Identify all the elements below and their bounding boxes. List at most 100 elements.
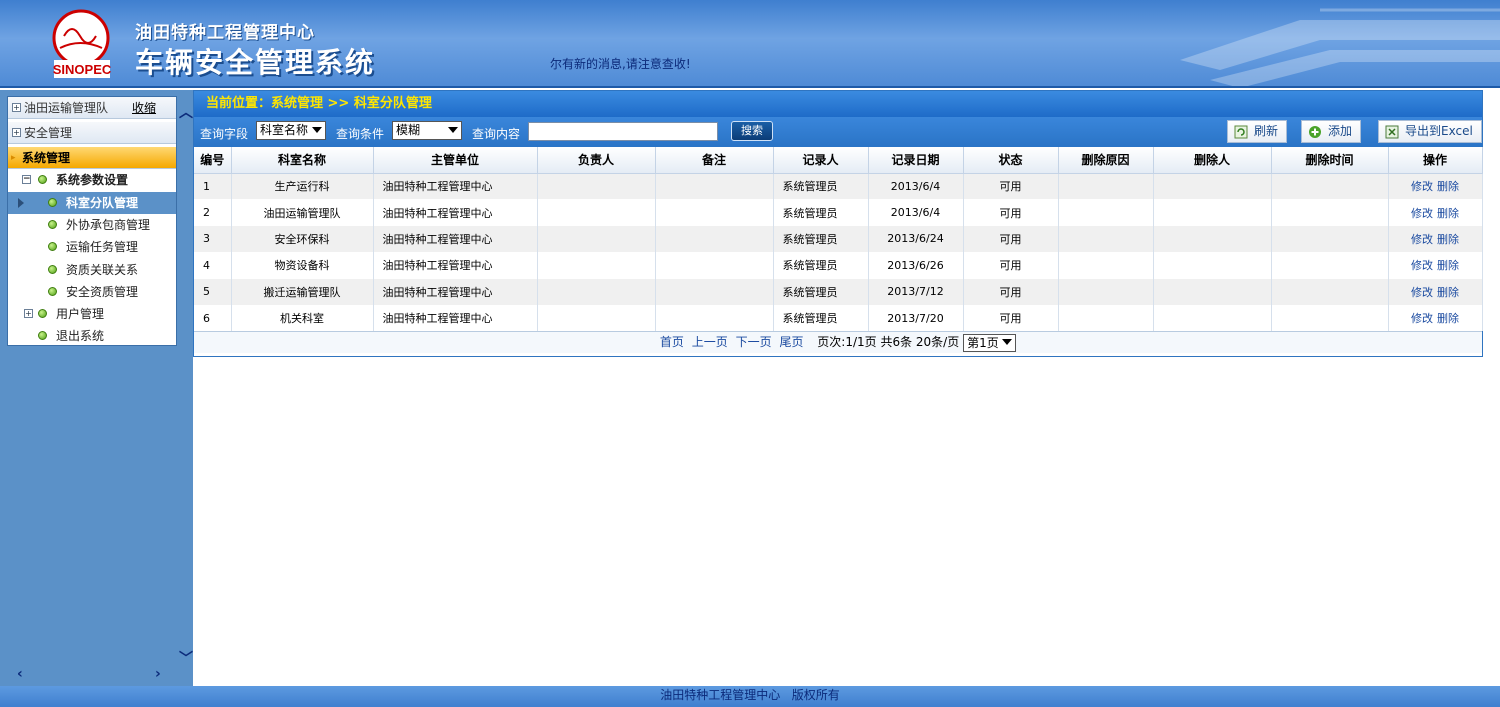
edit-link[interactable]: 修改 (1411, 207, 1433, 220)
sidebar-horizontal-scrollbar[interactable]: ‹ › (7, 666, 179, 686)
page-select[interactable]: 第1页 (963, 333, 1017, 352)
excel-icon (1385, 125, 1399, 139)
tree-item-params[interactable]: − 系统参数设置 (8, 169, 176, 191)
message-notice[interactable]: 尔有新的消息,请注意查收! (550, 55, 691, 72)
chevron-down-icon (312, 127, 322, 133)
sidebar-vertical-scrollbar[interactable]: ︿ ﹀ (178, 96, 193, 671)
footer: 油田特种工程管理中心 版权所有 (0, 686, 1500, 707)
cell-delete-time (1271, 278, 1389, 305)
first-page-link[interactable]: 首页 (660, 335, 684, 349)
column-header[interactable]: 编号 (194, 147, 232, 174)
field-select[interactable]: 科室名称 (256, 121, 326, 140)
delete-link[interactable]: 删除 (1437, 286, 1459, 299)
delete-link[interactable]: 删除 (1437, 259, 1459, 272)
cell-delete-reason (1058, 225, 1154, 253)
page-select-value: 第1页 (967, 335, 999, 350)
scroll-up-icon[interactable]: ︿ (179, 102, 193, 122)
system-title: 车辆安全管理系统 (135, 46, 376, 79)
cell-actions: 修改 删除 (1388, 173, 1483, 200)
sidebar-item-safety[interactable]: + 安全管理 (8, 122, 176, 144)
scroll-left-icon[interactable]: ‹ (17, 666, 23, 682)
last-page-link[interactable]: 尾页 (779, 335, 803, 349)
cell-recorder: 系统管理员 (773, 173, 869, 200)
search-button[interactable]: 搜索 (731, 121, 773, 141)
edit-link[interactable]: 修改 (1411, 180, 1433, 193)
column-header[interactable]: 删除原因 (1058, 147, 1154, 174)
condition-select[interactable]: 模糊 (392, 121, 462, 140)
cell-recorder: 系统管理员 (773, 199, 869, 226)
tree-item-safety-qualification[interactable]: 安全资质管理 (8, 281, 176, 303)
search-input[interactable] (528, 122, 718, 141)
edit-link[interactable]: 修改 (1411, 286, 1433, 299)
status-dot-icon (38, 175, 47, 184)
add-label: 添加 (1328, 124, 1353, 138)
status-dot-icon (48, 220, 57, 229)
cell-recorder: 系统管理员 (773, 252, 869, 279)
edit-link[interactable]: 修改 (1411, 259, 1433, 272)
edit-link[interactable]: 修改 (1411, 233, 1433, 246)
delete-link[interactable]: 删除 (1437, 233, 1459, 246)
cell-delete-time (1271, 225, 1389, 253)
status-dot-icon (48, 287, 57, 296)
cell-unit: 油田特种工程管理中心 (373, 199, 538, 226)
column-header[interactable]: 删除人 (1153, 147, 1272, 174)
expand-plus-icon[interactable]: + (24, 309, 33, 318)
cell-deleted-by (1153, 278, 1272, 305)
current-arrow-icon (18, 198, 24, 208)
expand-plus-icon[interactable]: + (12, 103, 21, 112)
copyright-text: 油田特种工程管理中心 版权所有 (660, 688, 840, 702)
cell-delete-reason (1058, 252, 1154, 279)
expand-plus-icon[interactable]: + (12, 128, 21, 137)
column-header[interactable]: 科室名称 (231, 147, 374, 174)
column-header[interactable]: 备注 (655, 147, 774, 174)
column-header[interactable]: 主管单位 (373, 147, 538, 174)
app-header: SINOPEC 油田特种工程管理中心 车辆安全管理系统 尔有新的消息,请注意查收… (0, 0, 1500, 88)
pagination: 首页 上一页 下一页 尾页 页次:1/1页 共6条 20条/页 第1页 (194, 331, 1482, 354)
cell-date: 2013/7/12 (868, 278, 964, 305)
column-header[interactable]: 记录日期 (868, 147, 964, 174)
cell-head (537, 304, 656, 332)
cell-unit: 油田特种工程管理中心 (373, 278, 538, 305)
table-row: 6 机关科室 油田特种工程管理中心 系统管理员 2013/7/20 可用 修改 删除 (194, 304, 1483, 332)
cell-deleted-by (1153, 252, 1272, 279)
cell-status: 可用 (963, 173, 1059, 200)
sidebar-item-system[interactable]: ▸ 系统管理 (8, 147, 176, 169)
prev-page-link[interactable]: 上一页 (692, 335, 728, 349)
tree-item-transport-task[interactable]: 运输任务管理 (8, 236, 176, 258)
edit-link[interactable]: 修改 (1411, 312, 1433, 325)
column-header[interactable]: 负责人 (537, 147, 656, 174)
next-page-link[interactable]: 下一页 (736, 335, 772, 349)
sidebar-item-label: 油田运输管理队 (24, 101, 109, 115)
main-content: 当前位置：系统管理 >> 科室分队管理 查询字段 科室名称 查询条件 模糊 查询… (193, 90, 1500, 687)
column-header[interactable]: 删除时间 (1271, 147, 1389, 174)
delete-link[interactable]: 删除 (1437, 207, 1459, 220)
tree-item-qualification-relation[interactable]: 资质关联关系 (8, 259, 176, 281)
cell-status: 可用 (963, 278, 1059, 305)
scroll-right-icon[interactable]: › (155, 666, 161, 682)
column-header[interactable]: 状态 (963, 147, 1059, 174)
tree-item-dept-management[interactable]: 科室分队管理 (8, 192, 176, 214)
add-button[interactable]: 添加 (1301, 120, 1362, 143)
cell-head (537, 278, 656, 305)
export-excel-button[interactable]: 导出到Excel (1378, 120, 1482, 143)
tree-item-label: 外协承包商管理 (66, 218, 151, 232)
content-label: 查询内容 (472, 127, 521, 141)
sidebar-item-transport-team[interactable]: + 油田运输管理队 收缩 (8, 97, 176, 119)
collapse-minus-icon[interactable]: − (22, 175, 31, 184)
tree-item-logout[interactable]: 退出系统 (8, 325, 176, 347)
delete-link[interactable]: 删除 (1437, 180, 1459, 193)
scroll-down-icon[interactable]: ﹀ (179, 648, 193, 668)
column-header[interactable]: 记录人 (773, 147, 869, 174)
collapse-link[interactable]: 收缩 (132, 97, 156, 119)
tree-item-contractor[interactable]: 外协承包商管理 (8, 214, 176, 236)
tree-item-users[interactable]: + 用户管理 (8, 303, 176, 325)
cell-status: 可用 (963, 199, 1059, 226)
query-toolbar: 查询字段 科室名称 查询条件 模糊 查询内容 搜索 刷新 添加 导出到Excel (194, 117, 1482, 147)
tree-item-label: 退出系统 (56, 329, 105, 343)
delete-link[interactable]: 删除 (1437, 312, 1459, 325)
sinopec-logo: SINOPEC (52, 9, 112, 78)
table-header-row: 编号 科室名称 主管单位 负责人 备注 记录人 记录日期 状态 删除原因 删除人… (194, 147, 1483, 174)
refresh-button[interactable]: 刷新 (1227, 120, 1288, 143)
svg-text:SINOPEC: SINOPEC (53, 62, 112, 77)
field-label: 查询字段 (200, 127, 249, 141)
